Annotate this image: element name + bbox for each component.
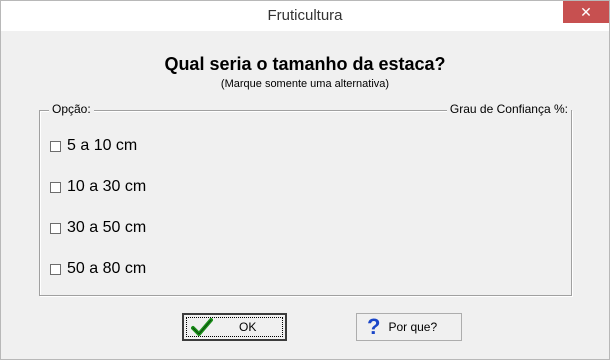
ok-label: OK (239, 320, 257, 334)
close-icon: ✕ (580, 4, 592, 20)
option-checkbox[interactable] (50, 140, 61, 152)
option-label: 30 a 50 cm (67, 219, 147, 236)
why-button[interactable]: ? Por que? (356, 313, 462, 341)
dialog-window: Fruticultura ✕ Qual seria o tamanho da e… (0, 0, 610, 360)
check-icon (191, 318, 213, 336)
dialog-content: Qual seria o tamanho da estaca? (Marque … (9, 31, 601, 351)
option-label: 5 a 10 cm (67, 137, 138, 154)
option-item[interactable]: 30 a 50 cm (50, 218, 146, 238)
question-title: Qual seria o tamanho da estaca? (164, 54, 446, 74)
ok-button-focus: OK (186, 317, 283, 337)
confidence-label: Grau de Confiança %: (446, 102, 571, 116)
option-checkbox[interactable] (50, 222, 61, 234)
option-item[interactable]: 50 a 80 cm (50, 259, 146, 279)
option-label: 50 a 80 cm (67, 260, 147, 277)
window-title: Fruticultura (267, 7, 343, 24)
option-item[interactable]: 5 a 10 cm (50, 136, 137, 156)
option-checkbox[interactable] (50, 263, 61, 275)
ok-button[interactable]: OK (182, 313, 287, 341)
option-label: 10 a 30 cm (67, 178, 147, 195)
close-button[interactable]: ✕ (563, 1, 609, 23)
option-item[interactable]: 10 a 30 cm (50, 177, 146, 197)
option-checkbox[interactable] (50, 181, 61, 193)
options-group-label: Opção: (49, 102, 94, 116)
question-hint: (Marque somente uma alternativa) (220, 78, 390, 90)
question-mark-icon: ? (367, 314, 381, 339)
title-bar: Fruticultura ✕ (1, 1, 609, 31)
why-label: Por que? (388, 320, 438, 334)
